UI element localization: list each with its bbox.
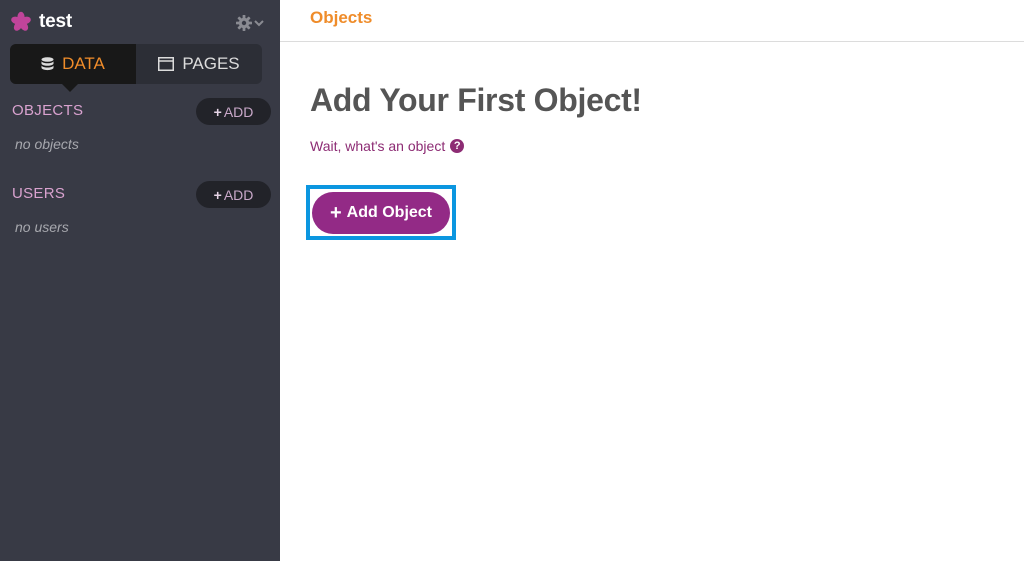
section-title-users: USERS — [12, 185, 66, 202]
tab-pages[interactable]: PAGES — [136, 44, 262, 84]
page-title: Add Your First Object! — [310, 82, 642, 118]
gear-icon[interactable] — [235, 14, 265, 32]
tab-data[interactable]: DATA — [10, 44, 136, 84]
database-icon — [41, 56, 54, 70]
window-icon — [158, 57, 175, 71]
add-object-label: Add Object — [346, 204, 433, 221]
asterisk-icon — [11, 11, 31, 31]
section-title-objects: OBJECTS — [12, 102, 84, 119]
sidebar-tabs: DATA PAGES — [10, 44, 262, 84]
add-object-button[interactable]: + Add Object — [312, 192, 450, 234]
plus-icon: + — [213, 186, 222, 203]
tab-data-label: DATA — [62, 54, 105, 73]
active-tab-pointer — [62, 84, 78, 92]
breadcrumb[interactable]: Objects — [310, 8, 372, 28]
plus-icon: + — [329, 202, 342, 224]
question-circle-icon: ? — [450, 139, 465, 153]
add-object-sidebar-button[interactable]: + ADD — [196, 98, 271, 125]
help-link-text: Wait, what's an object — [310, 138, 446, 154]
help-link[interactable]: Wait, what's an object ? — [310, 138, 465, 154]
add-user-button[interactable]: + ADD — [196, 181, 271, 208]
plus-icon: + — [213, 103, 222, 120]
add-label: ADD — [223, 186, 254, 203]
objects-empty-note: no objects — [15, 136, 79, 152]
top-bar: Objects — [280, 0, 1024, 42]
sidebar: test DATA PAGES OBJECTS + ADD no objects… — [0, 0, 280, 561]
add-label: ADD — [223, 103, 254, 120]
app-header: test — [10, 10, 270, 36]
tab-pages-label: PAGES — [182, 54, 240, 73]
users-empty-note: no users — [15, 219, 69, 235]
app-name: test — [39, 11, 72, 32]
